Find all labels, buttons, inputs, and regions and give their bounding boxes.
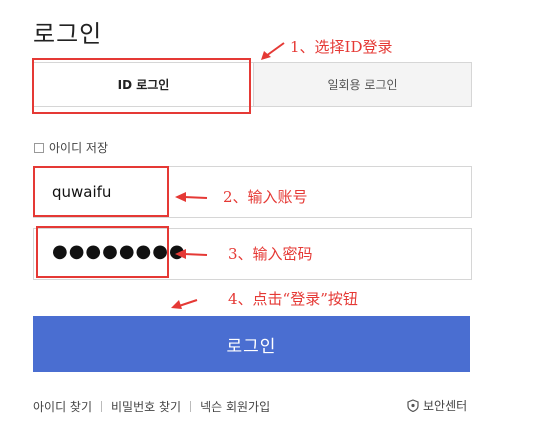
footer-links: 아이디 찾기 비밀번호 찾기 넥슨 회원가입 [33, 398, 270, 415]
save-id-row[interactable]: 아이디 저장 [34, 139, 108, 156]
highlight-box-password-input [36, 226, 169, 278]
save-id-checkbox[interactable] [34, 142, 44, 153]
page-title: 로그인 [33, 20, 103, 48]
annotation-step-2: 2、输入账号 [223, 188, 308, 206]
signup-link[interactable]: 넥슨 회원가입 [200, 398, 270, 415]
tab-one-time-login-label: 일회용 로그인 [327, 78, 398, 92]
highlight-box-id-tab [32, 58, 251, 114]
arrow-left-icon [175, 249, 208, 259]
arrow-left-icon [171, 299, 198, 309]
shield-icon [407, 399, 419, 412]
annotation-step-4: 4、点击“登录”按钮 [228, 290, 358, 308]
arrow-left-icon [175, 192, 208, 202]
find-password-link[interactable]: 비밀번호 찾기 [111, 398, 181, 415]
security-center-label: 보안센터 [423, 399, 468, 413]
footer-divider [190, 401, 192, 412]
tab-one-time-login[interactable]: 일회용 로그인 [253, 62, 472, 107]
save-id-label: 아이디 저장 [49, 141, 109, 155]
find-id-link[interactable]: 아이디 찾기 [33, 398, 92, 415]
login-button-label: 로그인 [226, 336, 277, 357]
annotation-step-1: 1、选择ID登录 [290, 38, 393, 56]
highlight-box-id-input [33, 166, 169, 217]
annotation-step-3: 3、输入密码 [228, 245, 313, 263]
arrow-left-icon [261, 42, 285, 60]
footer-divider [101, 401, 103, 412]
login-button[interactable]: 로그인 [33, 316, 470, 372]
security-center-link[interactable]: 보안센터 [407, 397, 467, 414]
